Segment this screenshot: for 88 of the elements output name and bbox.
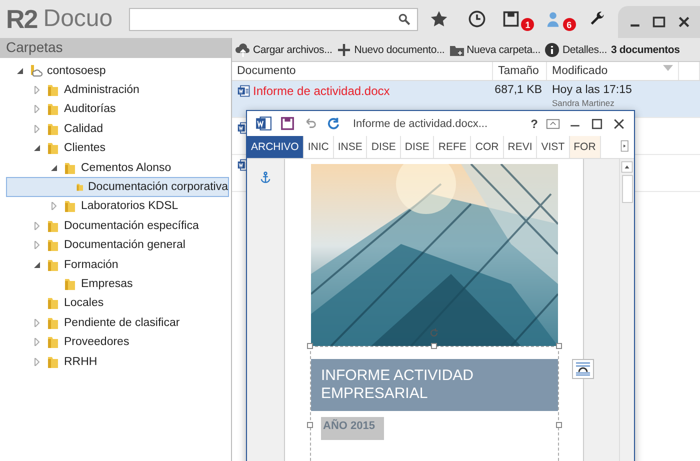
tree-item[interactable]: Administración: [6, 80, 229, 100]
tree-item[interactable]: Documentación general: [6, 236, 229, 255]
star-icon[interactable]: [430, 10, 448, 28]
window-title: Informe de actividad.docx...: [353, 118, 488, 130]
resize-handle[interactable]: [431, 343, 437, 349]
tree-item[interactable]: Documentación específica: [6, 216, 229, 236]
maximize-icon[interactable]: [590, 116, 604, 130]
collapse-arrow-icon[interactable]: [15, 66, 25, 76]
logo-mark: R2: [6, 4, 38, 34]
folder-icon: [62, 198, 78, 214]
search-field[interactable]: [128, 8, 418, 30]
folder-icon: [45, 295, 61, 312]
modified-date: Hoy a las 17:15: [552, 84, 632, 96]
tree-item[interactable]: Clientes: [6, 138, 229, 158]
save-icon[interactable]: [280, 116, 295, 131]
resize-handle[interactable]: [556, 422, 562, 428]
tree-item[interactable]: Pendiente de clasificar: [6, 313, 229, 332]
column-header[interactable]: Modificado: [547, 62, 679, 80]
tree-item[interactable]: Proveedores: [6, 332, 229, 352]
resize-handle[interactable]: [307, 343, 313, 349]
cloud-folder-icon: [28, 62, 44, 79]
tree-item[interactable]: Formación: [6, 254, 229, 274]
toolbar-action[interactable]: Detalles...: [544, 42, 607, 58]
maximize-icon[interactable]: [652, 15, 666, 29]
expand-arrow-icon[interactable]: [32, 220, 42, 231]
collapse-arrow-icon[interactable]: [32, 260, 42, 270]
ribbon-tab[interactable]: ARCHIVO: [247, 136, 304, 158]
tree-item[interactable]: Locales: [6, 294, 229, 314]
expand-arrow-icon[interactable]: [32, 337, 42, 348]
redo-icon[interactable]: [326, 116, 341, 131]
file-name: Informe de actividad.docx: [253, 84, 390, 98]
folder-icon: [45, 237, 61, 254]
expand-arrow-icon[interactable]: [32, 356, 42, 367]
toolbar-action[interactable]: Nuevo documento...: [336, 42, 445, 58]
clock-icon[interactable]: [468, 10, 486, 28]
expand-arrow-icon[interactable]: [32, 318, 42, 328]
file-size: 687,1 KB: [494, 84, 542, 96]
layout-options-icon[interactable]: [572, 359, 594, 379]
logo-text: Docuo: [43, 5, 113, 33]
tree-item[interactable]: Auditorías: [6, 100, 229, 120]
close-icon[interactable]: [676, 15, 691, 29]
tree-item[interactable]: RRHH: [6, 352, 229, 372]
cloud-upload-icon: [235, 42, 251, 58]
document-year: AÑO 2015: [321, 417, 384, 440]
expand-arrow-icon[interactable]: [32, 104, 42, 114]
notification-count: 1: [521, 18, 534, 31]
collapse-arrow-icon[interactable]: [49, 162, 59, 173]
ribbon-tab[interactable]: FOR: [570, 136, 601, 158]
panel-title: Carpetas: [0, 38, 231, 58]
tree-item[interactable]: Empresas: [6, 274, 229, 294]
notification-count: 6: [562, 18, 576, 31]
expand-arrow-icon[interactable]: [32, 124, 42, 134]
word-document-icon: [237, 84, 251, 98]
anchor-icon: [259, 171, 272, 184]
folder-icon: [45, 140, 61, 156]
collapse-arrow-icon[interactable]: [32, 143, 42, 154]
tree-item[interactable]: Calidad: [6, 119, 229, 139]
author-name: Sandra Martinez: [552, 98, 614, 108]
document-title: INFORME ACTIVIDAD EMPRESARIAL: [311, 359, 558, 411]
expand-arrow-icon[interactable]: [49, 201, 59, 212]
folder-icon: [45, 82, 61, 98]
sort-caret-icon: [663, 65, 673, 71]
toolbar-action[interactable]: Cargar archivos...: [235, 42, 332, 58]
column-header[interactable]: Tamaño: [493, 62, 547, 80]
search-icon: [398, 12, 411, 26]
plus-icon: [336, 42, 352, 58]
folder-icon: [45, 101, 61, 118]
tree-item[interactable]: Documentación corporativa: [6, 177, 229, 197]
resize-handle[interactable]: [556, 343, 562, 349]
save-icon[interactable]: [502, 10, 520, 28]
tree-item[interactable]: contosoesp: [6, 61, 229, 80]
toolbar-action[interactable]: Nueva carpeta...: [448, 42, 540, 58]
column-header[interactable]: Documento: [232, 62, 493, 80]
help-button[interactable]: ?: [530, 116, 538, 130]
scrollbar-thumb[interactable]: [622, 175, 632, 203]
resize-handle[interactable]: [307, 422, 313, 428]
rotate-handle-icon[interactable]: [428, 327, 440, 339]
document-count: 3 documentos: [610, 44, 680, 56]
tree-item[interactable]: Cementos Alonso: [6, 158, 229, 178]
info-icon: [544, 42, 560, 58]
scroll-up-icon[interactable]: [621, 161, 633, 173]
expand-arrow-icon[interactable]: [32, 240, 42, 250]
word-logo-icon: [255, 115, 272, 132]
expand-arrow-icon[interactable]: [32, 85, 42, 96]
tree-item[interactable]: Laboratorios KDSL: [6, 196, 229, 216]
ribbon-display-icon[interactable]: [546, 116, 560, 130]
close-icon[interactable]: [612, 116, 626, 130]
folder-icon: [45, 334, 61, 350]
